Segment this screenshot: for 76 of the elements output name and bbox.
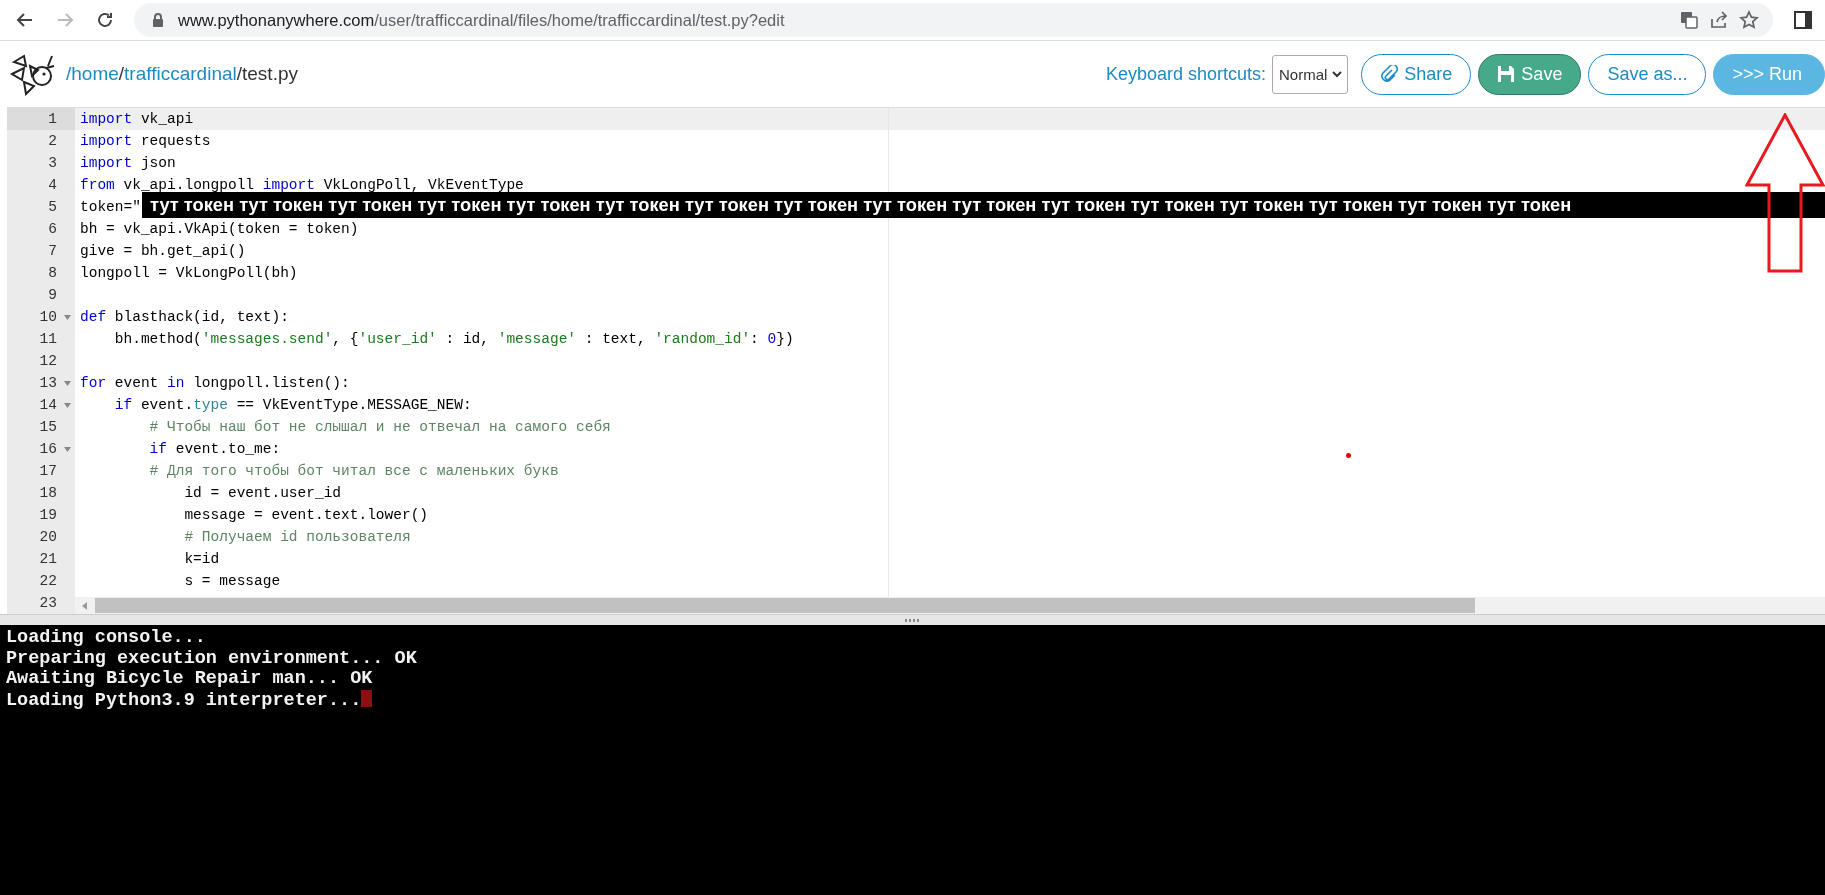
- line-number: 18: [38, 484, 58, 503]
- code-line: from vk_api.longpoll import VkLongPoll, VkEventType: [80, 177, 524, 193]
- url-text: www.pythonanywhere.com/user/trafficcardinal/files/home/trafficcardinal/test.py?edit: [178, 10, 785, 30]
- reload-icon: [95, 10, 115, 30]
- code-line: longpoll = VkLongPoll(bh): [80, 265, 298, 281]
- code-line: bh.method('messages.send', {'user_id' : id, 'message' : text, 'random_id': 0}): [113, 331, 794, 347]
- code-line: # Для того чтобы бот читал все с маленьких букв: [148, 463, 559, 479]
- code-line: import json: [80, 155, 176, 171]
- fold-icon[interactable]: [64, 403, 71, 408]
- line-number: 17: [38, 462, 58, 481]
- code-line: message = event.text.lower(): [183, 507, 429, 523]
- splitter-handle[interactable]: [0, 614, 1825, 625]
- chevron-icon: [1331, 68, 1344, 80]
- line-number: 4: [47, 176, 58, 195]
- code-line: # Чтобы наш бот не слышал и не отвечал на самого себя: [148, 419, 611, 435]
- run-button[interactable]: >>> Run: [1713, 53, 1825, 95]
- line-number: 13: [7, 372, 75, 394]
- scrollbar[interactable]: [75, 597, 1825, 614]
- console-line: Awaiting Bicycle Repair man... OK: [6, 669, 374, 690]
- line-number: 5: [47, 198, 58, 217]
- keymap-select[interactable]: Normal: [1271, 54, 1349, 94]
- share-icon[interactable]: [1709, 10, 1729, 30]
- line-number: 6: [47, 220, 58, 239]
- line-number: 20: [38, 528, 58, 547]
- line-number: 22: [38, 572, 58, 591]
- code-line: def blasthack(id, text):: [80, 309, 289, 325]
- console-panel[interactable]: Loading console... Preparing execution environment... OK Awaiting Bicycle Repair man... OK Loading Python3.9 interpreter...: [0, 625, 1825, 895]
- code-line: if event.to_me:: [148, 441, 281, 457]
- code-line: if event.type == VkEventType.MESSAGE_NEW:: [113, 397, 472, 413]
- console-line: Loading Python3.9 interpreter...: [6, 689, 362, 711]
- paperclip-icon: [1380, 65, 1399, 83]
- line-number: 9: [47, 286, 58, 305]
- line-number: 7: [47, 242, 58, 261]
- line-number: 19: [38, 506, 58, 525]
- line-number: 15: [38, 418, 58, 437]
- save-as-button[interactable]: Save as...: [1588, 53, 1707, 95]
- path-text: /: [118, 63, 125, 85]
- line-number: 10: [7, 306, 75, 328]
- fold-icon[interactable]: [64, 381, 71, 386]
- path-link[interactable]: trafficcardinal: [124, 63, 237, 85]
- fold-icon[interactable]: [64, 315, 71, 320]
- code-line: # Получаем id пользователя: [183, 529, 411, 545]
- line-number: 11: [38, 330, 58, 349]
- star-icon[interactable]: [1739, 10, 1759, 30]
- code-line: give = bh.get_api(): [80, 243, 246, 259]
- share-button[interactable]: Share: [1361, 53, 1472, 95]
- code-line: s = message: [183, 573, 281, 589]
- save-button[interactable]: Save: [1478, 53, 1582, 95]
- floppy-icon: [1497, 65, 1516, 83]
- shortcuts-label: Keyboard shortcuts:: [1105, 63, 1266, 85]
- code-line: token=": [80, 199, 141, 215]
- code-line: import vk_api: [80, 111, 194, 127]
- console-line: Preparing execution environment... OK: [6, 648, 418, 669]
- dot-mark: [1346, 453, 1351, 458]
- console-line: Loading console...: [6, 628, 207, 649]
- line-number: 12: [38, 352, 58, 371]
- code-line: for event in longpoll.listen():: [80, 375, 350, 391]
- translate-icon[interactable]: [1679, 10, 1699, 30]
- line-number: 2: [47, 132, 58, 151]
- code-line: bh = vk_api.VkApi(token = token): [80, 221, 359, 237]
- fold-icon[interactable]: [64, 447, 71, 452]
- path-text: /test.py: [236, 63, 298, 85]
- code-line: id = event.user_id: [183, 485, 342, 501]
- line-number: 8: [47, 264, 58, 283]
- line-number: 1: [7, 108, 75, 130]
- address-bar[interactable]: www.pythonanywhere.com/user/trafficcardinal/files/home/trafficcardinal/test.py?edit: [134, 3, 1773, 37]
- line-number: 23: [38, 594, 58, 613]
- line-number: 3: [47, 154, 58, 173]
- line-number: 21: [38, 550, 58, 569]
- code-line: import requests: [80, 133, 211, 149]
- path-link[interactable]: /home: [66, 63, 119, 85]
- code-line: k=id: [183, 551, 220, 567]
- line-number: 16: [7, 438, 75, 460]
- sidebar-icon[interactable]: [1793, 10, 1813, 30]
- line-number: 14: [7, 394, 75, 416]
- redaction-banner: тут токен тут токен тут токен тут токен тут токен тут токен тут токен тут токен тут токен тут токен тут токен тут токен тут токен тут токен тут токен тут токен: [142, 192, 1825, 218]
